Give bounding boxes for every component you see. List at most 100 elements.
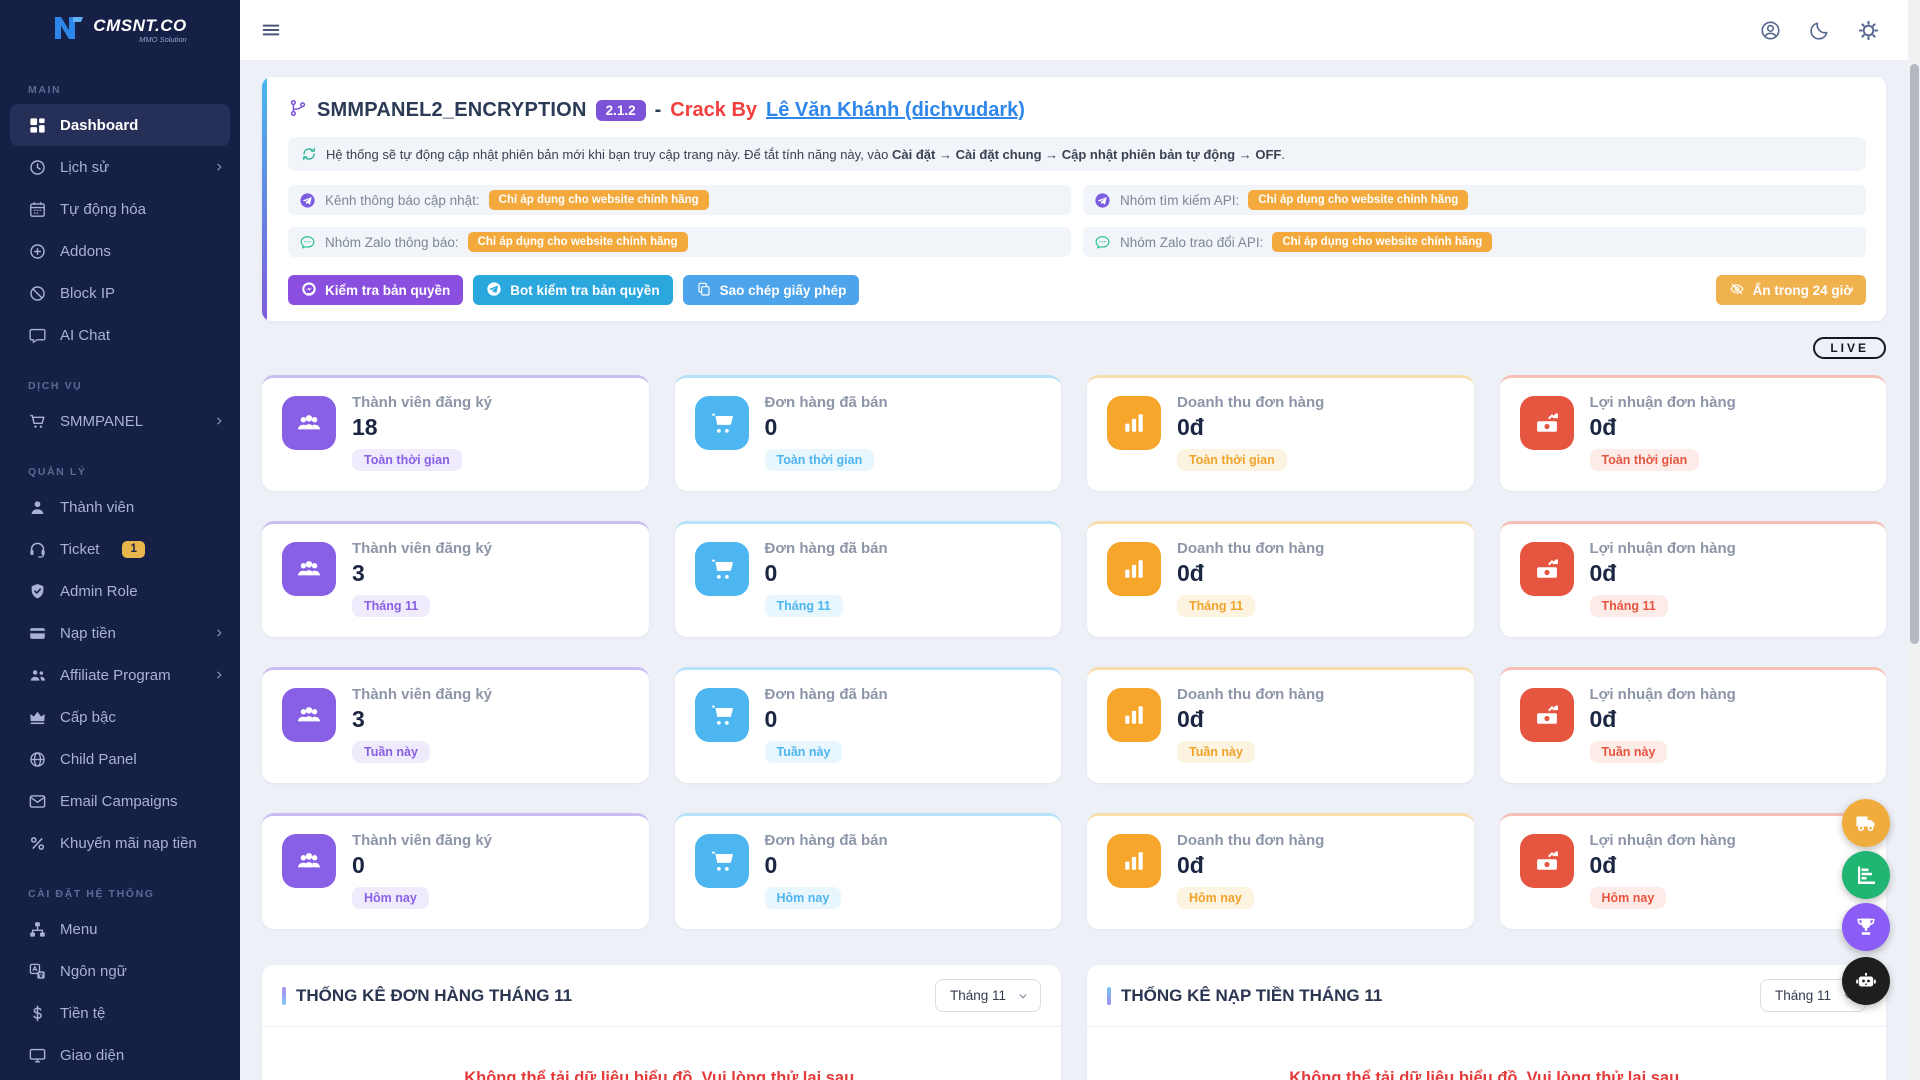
sidebar-item-thành-viên[interactable]: Thành viên (0, 486, 240, 528)
user-circle-icon[interactable] (1759, 19, 1782, 42)
sidebar-section-label: DỊCH VỤ (28, 380, 240, 392)
crack-author-link[interactable]: Lê Văn Khánh (dichvudark) (766, 99, 1025, 122)
headset-icon (28, 540, 47, 559)
stat-value: 0đ (1177, 414, 1324, 441)
stat-value: 0đ (1590, 706, 1736, 733)
stat-card: Đơn hàng đã bán0Toàn thời gian (675, 375, 1062, 491)
stat-card: Lợi nhuận đơn hàng0đHôm nay (1500, 813, 1887, 929)
sidebar-item-giao-diện[interactable]: Giao diện (0, 1034, 240, 1076)
copy-icon (696, 281, 712, 300)
stat-value: 18 (352, 414, 492, 441)
sidebar-item-tiền-tệ[interactable]: Tiền tệ (0, 992, 240, 1034)
sidebar-nav: MAINDashboardLịch sửTự động hóaAddonsBlo… (0, 84, 240, 1076)
stat-period-badge: Tuần này (1177, 741, 1255, 763)
hamburger-menu-icon[interactable] (260, 19, 282, 41)
ranking-fab[interactable] (1842, 903, 1890, 951)
stat-title: Doanh thu đơn hàng (1177, 540, 1324, 557)
sidebar-item-khuyến-mãi-nạp-tiền[interactable]: Khuyến mãi nạp tiền (0, 822, 240, 864)
auto-update-notice: Hệ thống sẽ tự động cập nhật phiên bản m… (288, 137, 1866, 171)
sidebar-item-label: Email Campaigns (60, 793, 178, 810)
shield-icon (28, 582, 47, 601)
chart-panel: THỐNG KÊ NẠP TIỀN THÁNG 11Tháng 11Không … (1087, 965, 1886, 1080)
sidebar-item-nạp-tiền[interactable]: Nạp tiền (0, 612, 240, 654)
sidebar-item-admin-role[interactable]: Admin Role (0, 570, 240, 612)
sidebar-item-menu[interactable]: Menu (0, 908, 240, 950)
money-trend-icon (1520, 688, 1574, 742)
sidebar-item-label: Tự động hóa (60, 201, 146, 218)
stat-title: Lợi nhuận đơn hàng (1590, 540, 1736, 557)
stat-value: 0 (765, 852, 888, 879)
stat-value: 0 (765, 706, 888, 733)
moon-icon[interactable] (1808, 19, 1831, 42)
stat-period-badge: Hôm nay (1590, 887, 1667, 909)
stats-fab[interactable] (1842, 851, 1890, 899)
chevron-right-icon (212, 414, 226, 428)
money-trend-icon (1520, 542, 1574, 596)
channel-row: Nhóm Zalo thông báo:Chỉ áp dụng cho webs… (288, 227, 1071, 257)
hide-24h-button[interactable]: Ẩn trong 24 giờ (1716, 275, 1866, 305)
monitor-icon (28, 1046, 47, 1065)
sidebar-item-smmpanel[interactable]: SMMPANEL (0, 400, 240, 442)
sidebar-item-child-panel[interactable]: Child Panel (0, 738, 240, 780)
bot-check-license-button[interactable]: Bot kiểm tra bản quyền (473, 275, 672, 305)
stat-value: 0 (765, 560, 888, 587)
gear-icon[interactable] (1857, 19, 1880, 42)
stat-card: Thành viên đăng ký3Tuần này (262, 667, 649, 783)
sidebar-item-lịch-sử[interactable]: Lịch sử (0, 146, 240, 188)
delivery-fab[interactable] (1842, 799, 1890, 847)
credit-card-icon (28, 624, 47, 643)
stat-card: Thành viên đăng ký3Tháng 11 (262, 521, 649, 637)
stat-value: 0đ (1590, 414, 1736, 441)
sidebar-item-label: AI Chat (60, 327, 110, 344)
check-license-button[interactable]: Kiểm tra bản quyền (288, 275, 463, 305)
stat-value: 0 (352, 852, 492, 879)
stat-period-badge: Tuần này (1590, 741, 1668, 763)
brand-mark-icon (53, 15, 85, 46)
calendar-icon (28, 200, 47, 219)
sidebar-item-affiliate-program[interactable]: Affiliate Program (0, 654, 240, 696)
stats-grid: Thành viên đăng ký 18 Toàn thời gian Đơn hà… (262, 375, 1886, 929)
sidebar-item-ai-chat[interactable]: AI Chat (0, 314, 240, 356)
translate-icon (28, 962, 47, 981)
zalo-icon (1094, 234, 1111, 251)
sidebar-item-ngôn-ngữ[interactable]: Ngôn ngữ (0, 950, 240, 992)
crown-icon (28, 708, 47, 727)
charts-row: THỐNG KÊ ĐƠN HÀNG THÁNG 11Tháng 11Không … (262, 965, 1886, 1080)
stat-period-badge: Tháng 11 (352, 595, 430, 617)
bar-chart-icon (1107, 834, 1161, 888)
stat-period-badge: Toàn thời gian (1590, 449, 1700, 471)
sync-icon (301, 146, 317, 162)
stat-period-badge: Tháng 11 (1177, 595, 1255, 617)
license-title: SMMPANEL2_ENCRYPTION (317, 99, 587, 122)
copy-license-button[interactable]: Sao chép giấy phép (683, 275, 860, 305)
money-trend-icon (1520, 834, 1574, 888)
stat-card: Doanh thu đơn hàng0đToàn thời gian (1087, 375, 1474, 491)
main-content: SMMPANEL2_ENCRYPTION 2.1.2 - Crack By Lê… (240, 60, 1920, 1080)
title-accent-bar (1107, 987, 1111, 1005)
chart-title: THỐNG KÊ NẠP TIỀN THÁNG 11 (1107, 986, 1382, 1006)
sidebar-item-tự-động-hóa[interactable]: Tự động hóa (0, 188, 240, 230)
month-select[interactable]: Tháng 11 (935, 979, 1041, 1012)
stat-value: 0 (765, 414, 888, 441)
scrollbar-thumb[interactable] (1910, 64, 1919, 644)
stat-title: Thành viên đăng ký (352, 686, 492, 703)
sidebar-item-cấp-bậc[interactable]: Cấp bậc (0, 696, 240, 738)
channel-label: Nhóm tìm kiếm API: (1120, 193, 1239, 208)
chevron-right-icon (212, 160, 226, 174)
stat-period-badge: Hôm nay (765, 887, 842, 909)
version-badge: 2.1.2 (596, 100, 646, 121)
slash-circle-icon (28, 284, 47, 303)
brand-logo[interactable]: CMSNT.CO MMO Solution (0, 0, 240, 60)
title-separator: - (655, 99, 662, 122)
stat-card: Đơn hàng đã bán0Hôm nay (675, 813, 1062, 929)
page-scrollbar[interactable] (1908, 0, 1920, 1080)
stat-title: Lợi nhuận đơn hàng (1590, 832, 1736, 849)
stat-title: Lợi nhuận đơn hàng (1590, 394, 1736, 411)
sidebar-item-dashboard[interactable]: Dashboard (10, 104, 230, 146)
chatbot-fab[interactable] (1842, 957, 1890, 1005)
bar-chart-icon (1107, 688, 1161, 742)
sidebar-item-addons[interactable]: Addons (0, 230, 240, 272)
sidebar-item-ticket[interactable]: Ticket1 (0, 528, 240, 570)
sidebar-item-email-campaigns[interactable]: Email Campaigns (0, 780, 240, 822)
sidebar-item-block-ip[interactable]: Block IP (0, 272, 240, 314)
